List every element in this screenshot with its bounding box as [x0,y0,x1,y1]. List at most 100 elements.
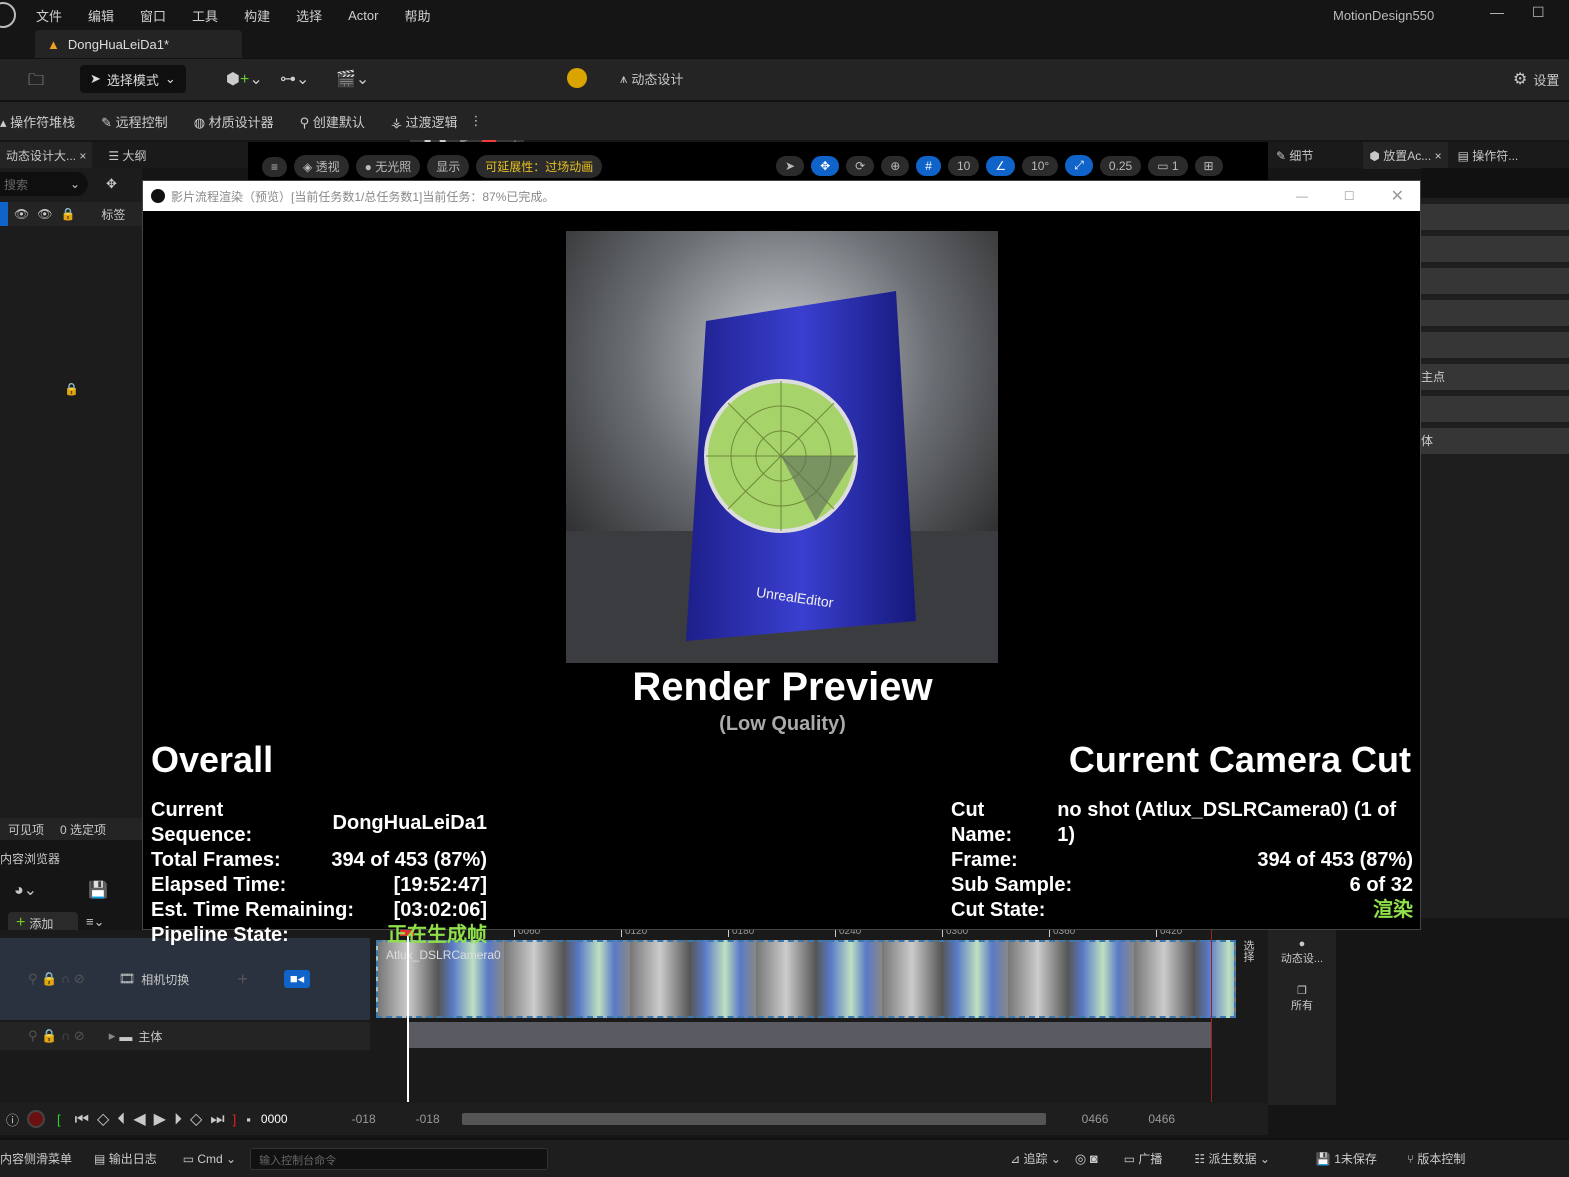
viewport-menu-button[interactable]: ≡ [262,156,288,177]
lock-icon[interactable]: 🔒 [60,207,75,221]
blueprint-icon[interactable]: ⊶⌄ [280,69,309,89]
angle-snap-value[interactable]: 10° [1022,155,1059,176]
category-row[interactable] [1421,332,1569,358]
tab-outliner[interactable]: ☰ 大纲 [108,147,146,164]
timeline-scrollbar[interactable] [461,1113,1046,1125]
category-row[interactable] [1421,268,1569,294]
layout-icon[interactable]: ⊞ [1194,155,1223,176]
record-icon[interactable] [27,1110,46,1128]
camera-speed-button[interactable]: ▭ 1 [1148,155,1188,176]
select-mode-dropdown[interactable]: ➤ 选择模式 ⌄ [80,65,186,93]
play-end[interactable]: 0466 [1082,1112,1109,1126]
menu-help[interactable]: 帮助 [404,6,430,25]
grid-snap-icon[interactable]: # [916,155,941,176]
tab-operators[interactable]: ▤ 操作符... [1458,147,1519,164]
create-defaults-button[interactable]: ⚲ 创建默认 [300,112,365,131]
category-row[interactable] [1421,204,1569,230]
menu-build[interactable]: 构建 [244,6,270,25]
category-row[interactable]: 体 [1421,428,1569,454]
category-row[interactable]: 主点 [1421,364,1569,390]
unsaved-button[interactable]: 💾 1未保存 [1316,1150,1377,1167]
eye-icon[interactable]: 👁 [14,207,29,221]
close-icon[interactable]: × [79,149,86,163]
record-trace-icon[interactable]: ◎ ◙ [1075,1151,1098,1167]
show-button[interactable]: 显示 [427,155,470,178]
info-icon[interactable]: ⓘ [6,1110,19,1129]
maximize-icon[interactable]: ☐ [1532,4,1545,21]
menu-actor[interactable]: Actor [348,8,378,23]
document-tab[interactable]: ▲ DongHuaLeiDa1* [35,30,242,58]
tab-details[interactable]: ✎ 细节 [1276,147,1313,164]
settings-button[interactable]: ⚙ 设置 [1513,69,1559,89]
transition-logic-button[interactable]: ⚶ 过渡逻辑 [391,112,458,131]
select-tool-icon[interactable]: ➤ [776,155,805,176]
source-control-button[interactable]: ⑂ 版本控制 [1407,1150,1466,1167]
view-start[interactable]: -018 [352,1112,376,1126]
console-input[interactable]: 输入控制台命令 [250,1147,549,1170]
minimize-icon[interactable]: — [1296,189,1308,203]
close-icon[interactable]: ✕ [1391,186,1404,206]
play-start[interactable]: -018 [416,1112,440,1126]
expand-icon[interactable]: ▸ [109,1028,116,1044]
cinematics-icon[interactable]: 🎬⌄ [336,69,369,89]
grid-snap-value[interactable]: 10 [947,155,980,176]
move-tool-icon[interactable]: ✥ [811,155,840,176]
minimize-icon[interactable]: — [1490,4,1504,20]
vertical-tab[interactable]: 选择 [1240,940,1256,962]
camera-icon[interactable]: ■◂ [283,970,311,988]
menu-file[interactable]: 文件 [36,6,62,25]
loop-icon[interactable]: ▪ [246,1112,251,1127]
add-actor-icon[interactable]: ⬢+⌄ [226,69,263,89]
close-icon[interactable]: × [1435,149,1442,163]
browse-folder-icon[interactable]: 🗀 [28,69,44,96]
platforms-icon[interactable] [567,68,587,88]
save-icon[interactable]: 💾 [88,880,108,900]
move-icon[interactable]: ✥ [106,176,117,192]
category-row[interactable] [1421,396,1569,422]
broadcast-button[interactable]: ▭ 广播 [1124,1150,1163,1167]
content-drawer-button[interactable]: 内容侧滑菜单 [0,1150,72,1167]
tab-place-actors[interactable]: ⬢ 放置Ac... × [1363,141,1448,169]
track-toggles-icon[interactable]: ⚲ 🔒 ∩ ⊘ [28,1028,85,1044]
add-icon[interactable]: + [237,969,248,990]
scale-snap-icon[interactable]: ⤢ [1065,155,1093,176]
view-end[interactable]: 0466 [1148,1112,1175,1126]
more-icon[interactable]: ⋮ [470,113,483,129]
category-row[interactable] [1421,236,1569,262]
playback-controls[interactable]: ⏮◇⏴◀▶⏵◇⏭ [75,1109,233,1129]
track-body[interactable]: ⚲ 🔒 ∩ ⊘ ▸ ▬ 主体 [0,1022,370,1050]
motion-design-item[interactable]: ● 动态设... [1268,938,1336,966]
scalability-button[interactable]: 可延展性：过场动画 [476,155,603,178]
output-log-button[interactable]: ▤ 输出日志 [94,1150,157,1167]
globe-icon[interactable]: ⊕ [881,155,910,176]
label-column[interactable]: 标签 [101,206,125,223]
rotate-tool-icon[interactable]: ⟳ [846,155,875,176]
eye-icon[interactable]: 👁 [37,207,52,221]
menu-window[interactable]: 窗口 [140,6,166,25]
playhead[interactable] [407,930,409,1102]
motion-design-button[interactable]: ⩚ 动态设计 [620,69,683,88]
category-row[interactable] [1421,300,1569,326]
trace-button[interactable]: ⊿ 追踪 ⌄ [1010,1150,1061,1167]
remote-control-button[interactable]: ✎ 远程控制 [101,112,168,131]
material-designer-button[interactable]: ◍ 材质设计器 [194,112,274,131]
tab-motion-design-outliner[interactable]: 动态设计大... × [0,141,93,169]
globe-icon[interactable]: ◕⌄ [14,880,37,900]
menu-edit[interactable]: 编辑 [88,6,114,25]
out-marker-icon[interactable]: ] [233,1112,237,1127]
track-toggles-icon[interactable]: ⚲ 🔒 ∩ ⊘ [28,971,85,987]
lock-icon[interactable]: 🔒 [64,382,79,396]
current-frame[interactable]: 0000 [261,1112,288,1126]
outliner-search[interactable]: 搜索 ⌄ [0,172,88,196]
menu-select[interactable]: 选择 [296,6,322,25]
tab-content-browser[interactable]: 内容浏览器 [0,846,142,870]
unlit-button[interactable]: ● 无光照 [355,155,421,178]
in-marker-icon[interactable]: [ [57,1112,61,1127]
scale-snap-value[interactable]: 0.25 [1099,155,1142,176]
perspective-button[interactable]: ◈ 透视 [294,155,349,178]
operator-stack-button[interactable]: ▴ 操作符堆栈 [0,112,75,131]
cmd-dropdown[interactable]: ▭ Cmd ⌄ [183,1152,236,1166]
maximize-icon[interactable]: ☐ [1344,189,1355,203]
camera-clip[interactable]: Atlux_DSLRCamera0 [376,940,1236,1018]
derived-data-button[interactable]: ☷ 派生数据 ⌄ [1194,1150,1270,1167]
